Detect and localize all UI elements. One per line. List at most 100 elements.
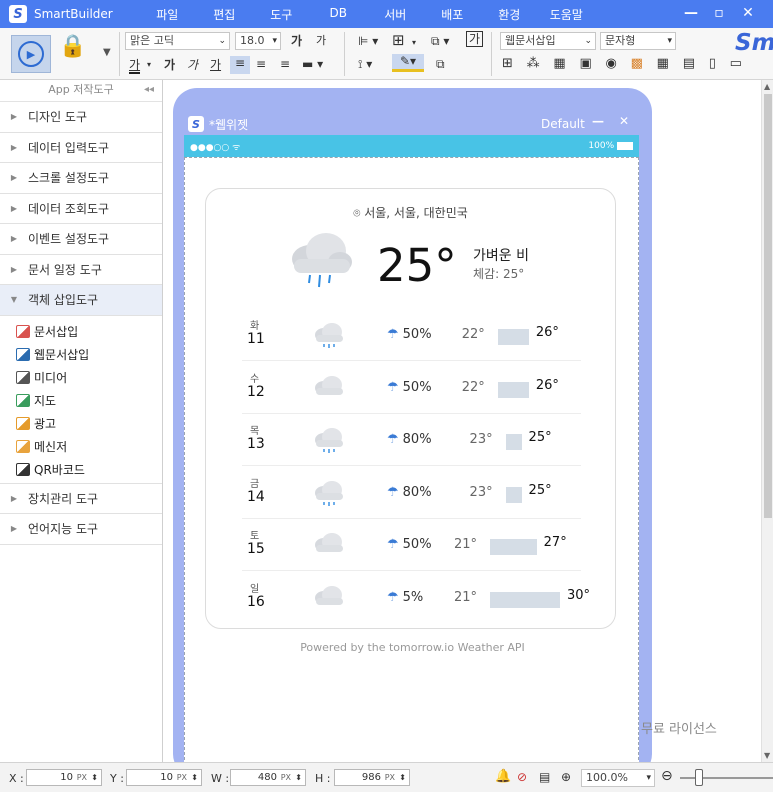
object-insert-item[interactable]: 미디어 [16,366,162,389]
textbox-button[interactable]: 가 [466,31,484,47]
panel-section[interactable]: ▶ 디자인 도구 [0,102,162,133]
menu-item[interactable]: 편집 [196,6,253,23]
y-spinner-icon[interactable]: ⬍ [191,770,198,785]
lock-dropdown-icon[interactable]: ▼ [103,46,111,60]
zoom-slider-thumb[interactable] [695,769,703,786]
menu-item[interactable]: 환경 [481,6,538,23]
align-center-button[interactable]: ≡ [256,57,266,71]
temp-high: 25° [528,482,552,498]
vertical-scrollbar[interactable]: ▲ ▼ [761,80,773,762]
w-input[interactable]: 480 PX ⬍ [230,769,306,786]
italic-button[interactable]: 가 [187,58,198,72]
widget-select[interactable]: 웹문서삽입 ⌄ [500,32,596,50]
font-color-dropdown-icon[interactable]: ▾ [147,58,151,72]
panel-section[interactable]: ▶ 데이터 입력도구 [0,133,162,163]
magic-wand-icon[interactable]: ⁂ [527,56,540,76]
menu-item[interactable]: DB [310,6,367,23]
object-insert-item[interactable]: QR바코드 [16,458,162,481]
group-icon[interactable]: ⧉ [436,57,445,71]
underline-button[interactable]: 가 [210,58,221,72]
align-right-button[interactable]: ≡ [280,57,290,71]
qr-icon[interactable]: ▦ [657,56,669,76]
bold-button[interactable]: 가 [164,58,175,72]
design-canvas[interactable]: S *웹위젯 Default — ✕ ●●●○○ ᯤ 100% ⌾ 서울, 서울… [164,80,761,762]
layout-icon[interactable]: ▤ [683,56,695,76]
current-temperature: 25° [377,239,457,292]
page-icon[interactable]: ▯ [709,56,716,76]
align-left-button[interactable]: ≡ [230,56,250,74]
zoom-select[interactable]: 100.0% ▾ [581,769,655,787]
zoom-slider[interactable] [680,777,773,779]
object-insert-item[interactable]: 메신저 [16,435,162,458]
h-input[interactable]: 986 PX ⬍ [334,769,410,786]
collapse-icon[interactable]: ◂◂ [144,80,154,100]
text-type-select[interactable]: 문자형 ▾ [600,32,676,50]
object-insert-item[interactable]: 웹문서삽입 [16,343,162,366]
panel-section-label: 장치관리 도구 [28,491,99,506]
font-size-select[interactable]: 18.0 ▾ [235,32,281,50]
preview-button[interactable]: ▶ [11,35,51,73]
grid-insert-icon[interactable]: ⊞ [502,56,513,76]
close-icon[interactable]: ✕ [738,5,758,21]
object-insert-item[interactable]: 지도 [16,389,162,412]
panel-section[interactable]: ▶ 이벤트 설정도구 [0,224,162,255]
maximize-icon[interactable]: ▫ [709,5,729,21]
frame-minimize-icon[interactable]: — [592,114,604,128]
minimize-icon[interactable]: — [681,5,701,21]
object-insert-item[interactable]: 광고 [16,412,162,435]
media-icon[interactable]: ▭ [730,56,742,76]
h-spinner-icon[interactable]: ⬍ [399,770,406,785]
font-color-button[interactable]: 가 [129,58,141,74]
zoom-out-icon[interactable]: ⊖ [661,769,673,783]
lock-icon[interactable]: 🔒 [59,36,86,58]
palette-icon[interactable]: ▩ [631,56,643,76]
menu-item[interactable]: 도움말 [538,6,595,23]
menu-item[interactable]: 배포 [424,6,481,23]
line-style-button[interactable]: ▬ ▾ [302,57,323,71]
frame-close-icon[interactable]: ✕ [619,114,629,128]
font-increase-button[interactable]: 가 [291,34,302,48]
panel-section[interactable]: ▶ 장치관리 도구 [0,484,162,514]
properties-icon[interactable]: ▤ [539,770,550,784]
menu-item[interactable]: 도구 [253,6,310,23]
scroll-thumb[interactable] [764,94,772,518]
line-color-button[interactable]: ✎▾ [392,54,424,72]
font-decrease-button[interactable]: 가 [316,34,326,48]
layer-icon[interactable]: ⧉ ▾ [431,34,449,48]
panel-section[interactable]: ▼ 객체 삽입도구 [0,285,162,316]
day-name: 금 [250,478,260,490]
x-input[interactable]: 10 PX ⬍ [26,769,102,786]
panel-section[interactable]: ▶ 스크롤 설정도구 [0,163,162,194]
font-name-select[interactable]: 맑은 고딕 ⌄ [125,32,230,50]
panel-section-label: 문서 일정 도구 [28,262,102,277]
temp-low: 22° [461,327,485,342]
panel-section[interactable]: ▶ 데이터 조회도구 [0,194,162,224]
forecast-row: 금 14 ☂ 80% 23° 25° [242,467,581,519]
rain-cloud-icon [312,479,346,510]
panel-section[interactable]: ▶ 언어지능 도구 [0,514,162,545]
notification-off-icon[interactable]: ⊘ [517,770,527,784]
fill-color-icon[interactable]: ⟟ ▾ [358,57,372,71]
table-icon[interactable]: ▦ [553,56,565,76]
x-spinner-icon[interactable]: ⬍ [91,770,98,785]
panel-section[interactable]: ▶ 문서 일정 도구 [0,255,162,285]
y-input[interactable]: 10 PX ⬍ [126,769,202,786]
scroll-down-icon[interactable]: ▼ [764,751,770,760]
frame-title: *웹위젯 [209,118,249,132]
scroll-up-icon[interactable]: ▲ [764,82,770,91]
move-icon[interactable]: ⊞ [392,33,405,48]
object-insert-item[interactable]: 문서삽입 [16,320,162,343]
panel-header: App 저작도구 ◂◂ [0,80,162,102]
move-dropdown-icon[interactable]: ▾ [412,36,416,50]
w-spinner-icon[interactable]: ⬍ [295,770,302,785]
eye-icon[interactable]: ◉ [606,56,617,76]
menu-item[interactable]: 파일 [139,6,196,23]
app-logo: S [9,5,27,23]
align-objects-icon[interactable]: ⊫ ▾ [358,34,378,48]
fit-screen-icon[interactable]: ⊕ [561,770,571,784]
frame-preset[interactable]: Default [541,117,585,131]
menu-item[interactable]: 서버 [367,6,424,23]
battery-icon [617,141,633,150]
bell-icon[interactable]: 🔔 [495,770,511,784]
form-icon[interactable]: ▣ [579,56,591,76]
